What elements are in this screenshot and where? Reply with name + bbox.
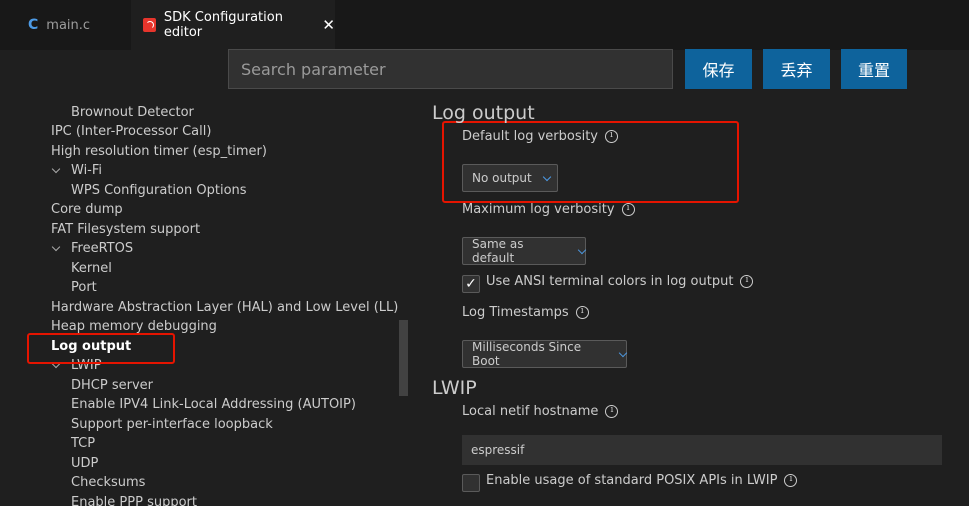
tree-item-autoip[interactable]: Enable IPV4 Link-Local Addressing (AUTOI… (71, 395, 356, 414)
chevron-down-icon (577, 245, 587, 254)
chevron-down-icon[interactable] (51, 164, 61, 174)
info-icon[interactable] (784, 474, 798, 487)
tree-item-ppp-support[interactable]: Enable PPP support (71, 493, 197, 506)
ansi-colors-text: Use ANSI terminal colors in log output (486, 274, 734, 289)
info-icon[interactable] (621, 203, 635, 216)
tree-item-ipc[interactable]: IPC (Inter-Processor Call) (51, 122, 211, 141)
tree-item-core-dump[interactable]: Core dump (51, 200, 123, 219)
default-verbosity-value: No output (472, 171, 532, 185)
max-verbosity-label: Maximum log verbosity (462, 202, 635, 217)
tree-item-fat-fs[interactable]: FAT Filesystem support (51, 220, 200, 239)
highlight-box-tree (27, 333, 175, 364)
c-file-icon: C (28, 17, 39, 33)
tree-item-wifi[interactable]: Wi-Fi (71, 161, 102, 180)
default-verbosity-select[interactable]: No output (462, 164, 558, 192)
posix-api-checkbox[interactable] (462, 474, 480, 492)
tab-label: main.c (46, 17, 91, 33)
tree-item-wps-config[interactable]: WPS Configuration Options (71, 181, 247, 200)
info-icon[interactable] (575, 306, 589, 319)
posix-api-text: Enable usage of standard POSIX APIs in L… (486, 473, 778, 488)
ansi-colors-label: Use ANSI terminal colors in log output (486, 274, 754, 289)
max-verbosity-select[interactable]: Same as default (462, 237, 587, 265)
tree-item-kernel[interactable]: Kernel (71, 259, 112, 278)
tree-item-tcp[interactable]: TCP (71, 434, 95, 453)
timestamps-value: Milliseconds Since Boot (472, 340, 582, 368)
section-title-log-output: Log output (432, 102, 535, 124)
default-verbosity-text: Default log verbosity (462, 129, 598, 144)
tree-item-hal[interactable]: Hardware Abstraction Layer (HAL) and Low… (51, 298, 398, 317)
hostname-text: Local netif hostname (462, 404, 599, 419)
tab-label: SDK Configuration editor (163, 10, 283, 40)
config-tree: Brownout Detector IPC (Inter-Processor C… (0, 102, 400, 506)
espressif-logo-icon (143, 18, 156, 32)
tab-sdk-config-editor[interactable]: SDK Configuration editor ✕ (131, 0, 335, 50)
hostname-label: Local netif hostname (462, 404, 619, 419)
info-icon[interactable] (605, 130, 618, 143)
close-icon[interactable]: ✕ (322, 16, 335, 34)
timestamps-text: Log Timestamps (462, 305, 569, 320)
save-button[interactable]: 保存 (685, 49, 752, 89)
tree-item-esp-timer[interactable]: High resolution timer (esp_timer) (51, 142, 267, 161)
timestamps-select[interactable]: Milliseconds Since Boot (462, 340, 628, 368)
tree-item-loopback[interactable]: Support per-interface loopback (71, 415, 273, 434)
search-input[interactable] (228, 49, 673, 89)
max-verbosity-text: Maximum log verbosity (462, 202, 615, 217)
chevron-down-icon (542, 172, 551, 181)
section-title-lwip: LWIP (432, 377, 477, 399)
info-icon[interactable] (740, 275, 754, 288)
tree-scrollbar[interactable] (399, 320, 408, 396)
tree-item-udp[interactable]: UDP (71, 454, 98, 473)
max-verbosity-value: Same as default (472, 237, 524, 265)
tab-main-c[interactable]: C main.c (14, 0, 131, 50)
tab-bar: C main.c SDK Configuration editor ✕ (0, 0, 969, 50)
info-icon[interactable] (605, 405, 619, 418)
default-verbosity-label: Default log verbosity (462, 129, 618, 144)
reset-button[interactable]: 重置 (841, 49, 907, 89)
tree-item-dhcp-server[interactable]: DHCP server (71, 376, 153, 395)
posix-api-label: Enable usage of standard POSIX APIs in L… (486, 473, 798, 488)
chevron-down-icon (618, 348, 628, 357)
tree-item-checksums[interactable]: Checksums (71, 473, 145, 492)
tree-item-freertos[interactable]: FreeRTOS (71, 239, 133, 258)
ansi-colors-checkbox[interactable]: ✓ (462, 275, 480, 293)
hostname-input[interactable] (462, 435, 942, 465)
discard-button[interactable]: 丢弃 (763, 49, 830, 89)
tree-item-port[interactable]: Port (71, 278, 97, 297)
chevron-down-icon[interactable] (51, 242, 61, 252)
tree-item-brownout-detector[interactable]: Brownout Detector (71, 103, 194, 122)
timestamps-label: Log Timestamps (462, 305, 589, 320)
